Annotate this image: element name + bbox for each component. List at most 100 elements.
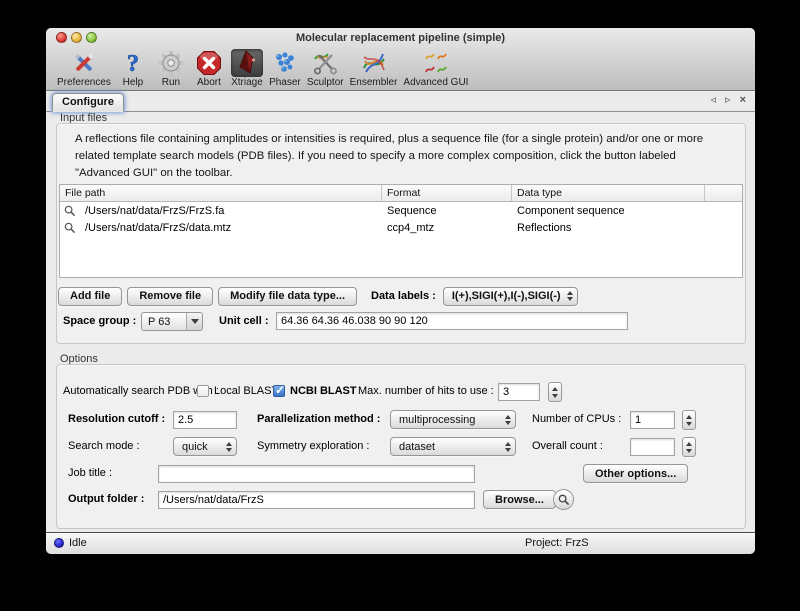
toolbar-button-help[interactable]: ? Help bbox=[114, 49, 152, 88]
input-files-description: A reflections file containing amplitudes… bbox=[75, 131, 727, 182]
toolbar-label: Preferences bbox=[57, 77, 111, 88]
space-group-label: Space group : bbox=[63, 315, 136, 327]
toolbar-button-xtriage[interactable]: Xtriage bbox=[228, 49, 266, 88]
local-blast-label: Local BLAST bbox=[214, 385, 278, 397]
remove-file-button[interactable]: Remove file bbox=[127, 287, 213, 306]
column-header-data-type[interactable]: Data type bbox=[512, 185, 705, 201]
tab-configure[interactable]: Configure bbox=[52, 93, 124, 112]
toolbar-label: Advanced GUI bbox=[403, 77, 468, 88]
modify-file-data-type-button[interactable]: Modify file data type... bbox=[218, 287, 357, 306]
column-header-format[interactable]: Format bbox=[382, 185, 512, 201]
browse-button[interactable]: Browse... bbox=[483, 490, 556, 509]
add-file-button[interactable]: Add file bbox=[58, 287, 122, 306]
toolbar-label: Run bbox=[162, 77, 180, 88]
resolution-row: Resolution cutoff : Parallelization meth… bbox=[46, 409, 755, 431]
resolution-cutoff-label: Resolution cutoff : bbox=[68, 413, 165, 425]
toolbar-button-abort[interactable]: Abort bbox=[190, 49, 228, 88]
file-table[interactable]: File path Format Data type /Users/nat/da… bbox=[59, 184, 743, 278]
table-row[interactable]: /Users/nat/data/FrzS/FrzS.fa Sequence Co… bbox=[60, 202, 742, 219]
titlebar[interactable]: Molecular replacement pipeline (simple) bbox=[46, 28, 755, 48]
combo-dropdown-icon[interactable] bbox=[186, 313, 202, 330]
zoom-window-button[interactable] bbox=[86, 32, 97, 43]
magnifier-icon bbox=[558, 494, 570, 506]
format-cell: ccp4_mtz bbox=[382, 222, 512, 234]
column-header-file-path[interactable]: File path bbox=[60, 185, 382, 201]
symmetry-exploration-popup[interactable]: dataset bbox=[390, 437, 516, 456]
toolbar-label: Ensembler bbox=[350, 77, 398, 88]
output-folder-row: Output folder : Browse... bbox=[46, 489, 755, 511]
toolbar-label: Help bbox=[123, 77, 144, 88]
popup-arrows-icon bbox=[226, 442, 232, 452]
data-type-cell: Reflections bbox=[512, 222, 705, 234]
overall-count-stepper[interactable] bbox=[682, 437, 696, 457]
phaser-icon bbox=[269, 49, 301, 77]
num-cpus-stepper[interactable] bbox=[682, 410, 696, 430]
tab-close-icon[interactable]: × bbox=[740, 94, 746, 107]
max-hits-label: Max. number of hits to use : bbox=[358, 385, 494, 397]
data-labels-popup[interactable]: I(+),SIGI(+),I(-),SIGI(-) bbox=[443, 287, 578, 306]
close-window-button[interactable] bbox=[56, 32, 67, 43]
parallelization-value: multiprocessing bbox=[399, 414, 475, 426]
output-folder-label: Output folder : bbox=[68, 493, 144, 505]
window-title: Molecular replacement pipeline (simple) bbox=[46, 28, 755, 48]
local-blast-checkbox[interactable] bbox=[197, 385, 209, 397]
unit-cell-field[interactable] bbox=[276, 312, 628, 330]
symmetry-exploration-value: dataset bbox=[399, 441, 435, 453]
file-buttons-row: Add file Remove file Modify file data ty… bbox=[58, 285, 755, 307]
unit-cell-label: Unit cell : bbox=[219, 315, 269, 327]
max-hits-field[interactable] bbox=[498, 383, 540, 401]
space-group-value: P 63 bbox=[142, 316, 186, 328]
xtriage-icon bbox=[231, 49, 263, 77]
traffic-lights bbox=[56, 32, 97, 43]
toolbar-label: Sculptor bbox=[307, 77, 344, 88]
table-row[interactable]: /Users/nat/data/FrzS/data.mtz ccp4_mtz R… bbox=[60, 219, 742, 236]
minimize-window-button[interactable] bbox=[71, 32, 82, 43]
resolution-cutoff-field[interactable] bbox=[173, 411, 237, 429]
overall-count-label: Overall count : bbox=[532, 440, 603, 452]
max-hits-stepper[interactable] bbox=[548, 382, 562, 402]
num-cpus-label: Number of CPUs : bbox=[532, 413, 621, 425]
overall-count-field[interactable] bbox=[630, 438, 675, 456]
sculptor-icon bbox=[309, 49, 341, 77]
tab-nav-forward-icon[interactable]: ▹ bbox=[725, 94, 731, 107]
toolbar-button-advanced-gui[interactable]: Advanced GUI bbox=[400, 49, 471, 88]
tools-icon bbox=[68, 49, 100, 77]
toolbar-button-preferences[interactable]: Preferences bbox=[54, 49, 114, 88]
magnifier-icon bbox=[64, 222, 76, 234]
svg-text:?: ? bbox=[127, 51, 139, 76]
parallelization-popup[interactable]: multiprocessing bbox=[390, 410, 516, 429]
data-type-cell: Component sequence bbox=[512, 205, 705, 217]
status-text: Idle bbox=[69, 537, 87, 549]
open-folder-magnifier-button[interactable] bbox=[553, 489, 574, 510]
job-title-field[interactable] bbox=[158, 465, 475, 483]
toolbar-button-phaser[interactable]: Phaser bbox=[266, 49, 304, 88]
toolbar-button-ensembler[interactable]: Ensembler bbox=[347, 49, 401, 88]
num-cpus-field[interactable] bbox=[630, 411, 675, 429]
auto-search-row: Automatically search PDB with : Local BL… bbox=[46, 381, 755, 403]
advanced-gui-icon bbox=[420, 49, 452, 77]
file-path-cell: /Users/nat/data/FrzS/data.mtz bbox=[85, 222, 231, 234]
tab-nav-back-icon[interactable]: ◃ bbox=[711, 94, 717, 107]
ncbi-blast-checkbox[interactable] bbox=[273, 385, 285, 397]
job-title-label: Job title : bbox=[68, 467, 112, 479]
toolbar-label: Abort bbox=[197, 77, 221, 88]
project-label: Project: FrzS bbox=[525, 537, 589, 549]
status-indicator-dot bbox=[54, 538, 64, 548]
magnifier-icon bbox=[64, 205, 76, 217]
tab-bar: Configure ◃ ▹ × bbox=[46, 91, 755, 112]
search-mode-popup[interactable]: quick bbox=[173, 437, 237, 456]
ensembler-icon bbox=[358, 49, 390, 77]
ncbi-blast-label: NCBI BLAST bbox=[290, 385, 357, 397]
output-folder-field[interactable] bbox=[158, 491, 475, 509]
toolbar-button-run[interactable]: Run bbox=[152, 49, 190, 88]
toolbar-button-sculptor[interactable]: Sculptor bbox=[304, 49, 347, 88]
job-title-row: Job title : Other options... bbox=[46, 463, 755, 485]
status-bar: Idle Project: FrzS bbox=[46, 532, 755, 554]
file-path-cell: /Users/nat/data/FrzS/FrzS.fa bbox=[85, 205, 224, 217]
other-options-button[interactable]: Other options... bbox=[583, 464, 688, 483]
toolbar-label: Xtriage bbox=[231, 77, 263, 88]
space-group-combo[interactable]: P 63 bbox=[141, 312, 203, 331]
format-cell: Sequence bbox=[382, 205, 512, 217]
popup-arrows-icon bbox=[505, 415, 511, 425]
app-window: Molecular replacement pipeline (simple) … bbox=[46, 28, 755, 554]
